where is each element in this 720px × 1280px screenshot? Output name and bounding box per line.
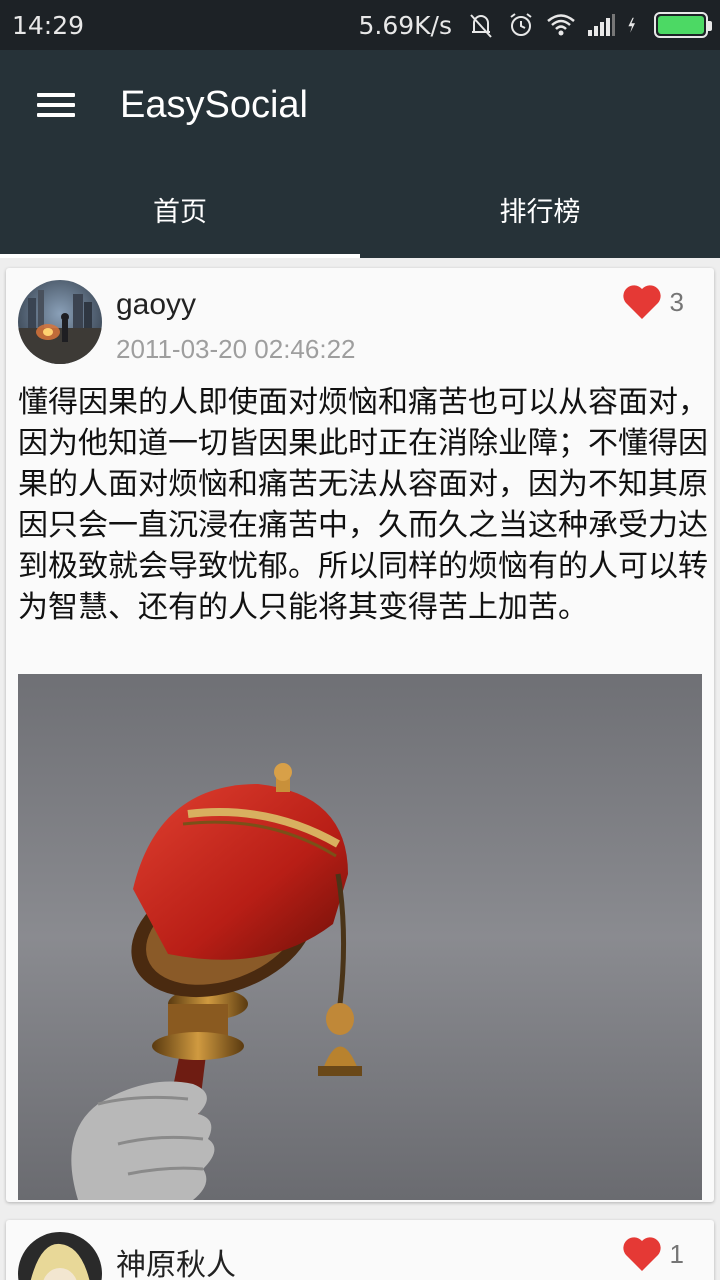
status-icons: 5.69K/s xyxy=(358,10,712,40)
hamburger-menu-icon[interactable] xyxy=(0,50,112,160)
tab-home[interactable]: 首页 xyxy=(0,160,360,258)
status-time: 14:29 xyxy=(12,10,85,40)
alarm-icon xyxy=(510,13,532,36)
avatar[interactable] xyxy=(18,280,102,364)
tab-ranking[interactable]: 排行榜 xyxy=(360,160,720,258)
post-image[interactable] xyxy=(18,674,702,1200)
mute-bell-icon xyxy=(470,14,492,38)
wifi-icon xyxy=(547,14,575,36)
post-text: 懂得因果的人即使面对烦恼和痛苦也可以从容面对，因为他知道一切皆因果此时正在消除业… xyxy=(18,385,708,625)
app-bar: EasySocial xyxy=(0,50,720,160)
charging-icon xyxy=(628,17,635,33)
status-bar: 14:29 5.69K/s xyxy=(0,0,720,50)
post-timestamp: 2011-03-20 02:46:22 xyxy=(116,334,356,364)
like-count: 3 xyxy=(669,286,684,317)
heart-icon xyxy=(622,285,661,319)
avatar[interactable] xyxy=(18,1232,102,1280)
like-count: 1 xyxy=(669,1238,684,1269)
battery-icon xyxy=(654,12,712,38)
post-card[interactable]: gaoyy 2011-03-20 02:46:22 3 懂得因果的人即使面对烦恼… xyxy=(6,268,714,1202)
app-title: EasySocial xyxy=(120,83,308,126)
post-card[interactable]: 神原秋人 1 xyxy=(6,1220,714,1280)
post-username[interactable]: 神原秋人 xyxy=(116,1240,236,1280)
tab-bar: 首页 排行榜 xyxy=(0,160,720,258)
network-speed: 5.69K/s xyxy=(358,10,452,40)
heart-icon xyxy=(622,1237,661,1271)
like-button[interactable]: 3 xyxy=(622,284,684,320)
signal-icon xyxy=(588,14,615,36)
like-button[interactable]: 1 xyxy=(622,1236,684,1272)
post-username[interactable]: gaoyy xyxy=(116,288,196,322)
